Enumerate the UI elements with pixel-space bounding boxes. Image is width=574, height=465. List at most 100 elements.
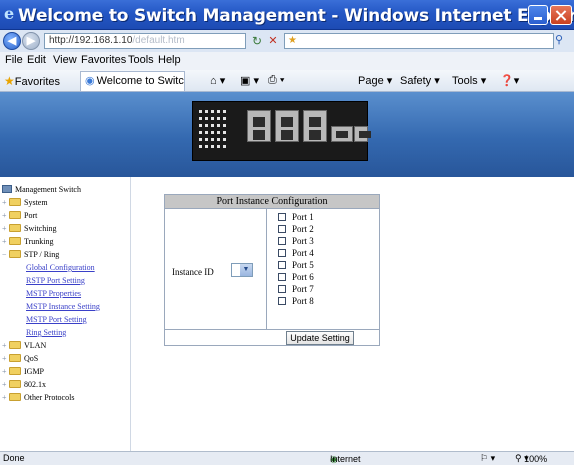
search-input[interactable]: ★ ⚲: [284, 33, 563, 49]
column-divider: [266, 209, 267, 329]
port-checkbox[interactable]: [278, 297, 286, 305]
title-bar: e Welcome to Switch Management - Windows…: [0, 0, 574, 30]
zoom-control[interactable]: ⚲ 100% ▾: [515, 453, 547, 464]
folder-icon: [9, 380, 21, 388]
folder-icon: [9, 198, 21, 206]
address-bar[interactable]: http://192.168.1.10/default.htm: [44, 33, 246, 49]
port-checkbox[interactable]: [278, 237, 286, 245]
port-checkbox[interactable]: [278, 261, 286, 269]
sidebar-link-label: Global Configuration: [26, 263, 95, 272]
refresh-icon[interactable]: ↻: [250, 34, 264, 48]
tools-menu[interactable]: Tools ▾: [452, 74, 486, 87]
folder-icon: [9, 237, 21, 245]
sfp-port: [331, 126, 353, 142]
page-icon: ◉: [85, 75, 95, 87]
forward-button[interactable]: ▶: [22, 32, 40, 50]
port-label: Port 2: [292, 224, 314, 234]
instance-id-select[interactable]: ▼: [231, 263, 253, 277]
port-label: Port 3: [292, 236, 314, 246]
open-folder-icon: [9, 250, 21, 258]
sidebar-link-mstp-instance-setting[interactable]: MSTP Instance Setting: [26, 302, 100, 315]
command-bar: ★Favorites ◉Welcome to Switch ... ⌂ ▾ ▣ …: [0, 70, 574, 92]
sidebar-item-label: Trunking: [24, 237, 54, 246]
sidebar-link-label: MSTP Port Setting: [26, 315, 87, 324]
tree-root[interactable]: Management Switch: [2, 185, 81, 198]
sidebar-link-global-configuration[interactable]: Global Configuration: [26, 263, 95, 276]
menu-help[interactable]: Help: [158, 54, 181, 66]
port-label: Port 4: [292, 248, 314, 258]
menu-file[interactable]: File: [5, 54, 23, 66]
port-row: Port 4: [278, 248, 314, 259]
sidebar-link-label: RSTP Port Setting: [26, 276, 85, 285]
window-title: Welcome to Switch Management - Windows I…: [18, 6, 574, 26]
switch-device-image: [192, 101, 371, 161]
browser-tab[interactable]: ◉Welcome to Switch ...: [80, 71, 185, 91]
sidebar-item-label: 802.1x: [24, 380, 46, 389]
port-row: Port 3: [278, 236, 314, 247]
sidebar-item-trunking[interactable]: + Trunking: [2, 237, 54, 250]
menu-favorites[interactable]: Favorites: [81, 54, 126, 66]
update-setting-button[interactable]: Update Setting: [286, 331, 354, 345]
sidebar-link-mstp-properties[interactable]: MSTP Properties: [26, 289, 81, 302]
home-icon[interactable]: ⌂ ▾: [210, 74, 225, 87]
rj45-port-block: [247, 110, 271, 142]
sidebar-item-label: System: [24, 198, 48, 207]
sidebar-item-stp-ring[interactable]: − STP / Ring: [2, 250, 59, 263]
address-row: ◀ ▶ http://192.168.1.10/default.htm ↻ ✕ …: [0, 30, 574, 52]
sidebar-item-port[interactable]: + Port: [2, 211, 37, 224]
folder-icon: [9, 224, 21, 232]
close-button[interactable]: [550, 5, 572, 25]
port-checkbox[interactable]: [278, 213, 286, 221]
sidebar-item-switching[interactable]: + Switching: [2, 224, 56, 237]
sidebar-item-other-protocols[interactable]: + Other Protocols: [2, 393, 74, 406]
port-label: Port 5: [292, 260, 314, 270]
address-url: http://192.168.1.10: [49, 35, 133, 46]
folder-icon: [9, 211, 21, 219]
star-icon: ★: [4, 74, 15, 88]
folder-icon: [9, 367, 21, 375]
sidebar-link-mstp-port-setting[interactable]: MSTP Port Setting: [26, 315, 87, 328]
help-icon[interactable]: ❓▾: [500, 74, 519, 87]
port-checkbox[interactable]: [278, 249, 286, 257]
sidebar-item-system[interactable]: + System: [2, 198, 48, 211]
port-checkbox[interactable]: [278, 225, 286, 233]
back-button[interactable]: ◀: [3, 32, 21, 50]
protected-mode-icon[interactable]: ⚐ ▾: [480, 453, 495, 464]
instance-id-label: Instance ID: [172, 267, 214, 277]
menu-edit[interactable]: Edit: [27, 54, 46, 66]
port-checkbox[interactable]: [278, 273, 286, 281]
port-instance-panel: Port Instance Configuration Instance ID …: [164, 194, 380, 346]
menu-view[interactable]: View: [53, 54, 77, 66]
feeds-icon[interactable]: ▣ ▾: [240, 74, 259, 87]
sidebar-link-label: Ring Setting: [26, 328, 67, 337]
sidebar-item-8021x[interactable]: +802.1x: [2, 380, 46, 393]
sfp-port: [354, 126, 371, 142]
computer-icon: [2, 185, 12, 193]
menu-tools[interactable]: Tools: [128, 54, 154, 66]
sidebar-item-label: VLAN: [24, 341, 47, 350]
sidebar-item-label: Port: [24, 211, 38, 220]
rj45-port-block: [275, 110, 299, 142]
port-row: Port 2: [278, 224, 314, 235]
sidebar-item-label: Other Protocols: [24, 393, 75, 402]
stop-icon[interactable]: ✕: [266, 34, 280, 48]
panel-title: Port Instance Configuration: [165, 195, 379, 209]
sidebar-item-qos[interactable]: + QoS: [2, 354, 38, 367]
search-icon[interactable]: ⚲: [555, 33, 571, 49]
sidebar-item-vlan[interactable]: + VLAN: [2, 341, 46, 354]
minimize-button[interactable]: [528, 5, 548, 25]
status-text: Done: [3, 453, 25, 463]
sidebar-item-igmp[interactable]: + IGMP: [2, 367, 44, 380]
port-label: Port 7: [292, 284, 314, 294]
safety-menu[interactable]: Safety ▾: [400, 74, 440, 87]
favorites-button[interactable]: ★Favorites: [4, 74, 60, 88]
sidebar-link-ring-setting[interactable]: Ring Setting: [26, 328, 66, 341]
folder-icon: [9, 393, 21, 401]
sidebar-link-label: MSTP Instance Setting: [26, 302, 100, 311]
port-checkbox[interactable]: [278, 285, 286, 293]
page-menu[interactable]: Page ▾: [358, 74, 392, 87]
search-provider-icon: ★: [288, 35, 297, 46]
sidebar-link-rstp-port-setting[interactable]: RSTP Port Setting: [26, 276, 85, 289]
chevron-down-icon: ▼: [240, 264, 252, 276]
print-icon[interactable]: ⎙ ▾: [268, 74, 284, 87]
